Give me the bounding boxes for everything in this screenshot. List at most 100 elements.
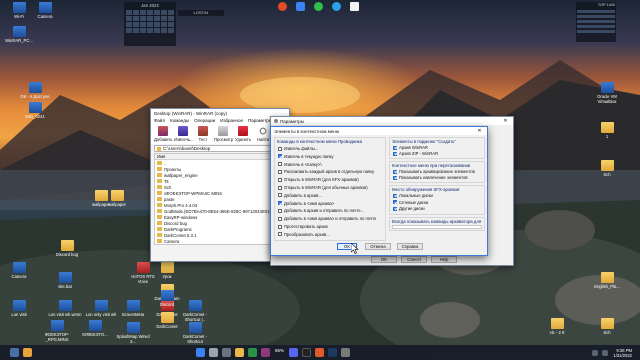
desktop-icon[interactable]: Camera — [2, 262, 36, 279]
clock[interactable]: 9:36 PM 1/31/2022 — [613, 348, 632, 358]
close-icon[interactable]: ✕ — [501, 118, 510, 124]
desktop-icon[interactable]: DarkComet — [150, 312, 184, 329]
winrar-titlebar[interactable]: Desktop (WinRAR) - WinRAR (copy) — [151, 109, 289, 117]
browser-icon[interactable] — [248, 348, 257, 357]
network-icon[interactable] — [592, 349, 599, 356]
menu-item-file[interactable]: Файл — [154, 118, 165, 123]
calendar-widget[interactable]: Jan 2022 — [124, 2, 176, 46]
help-button[interactable]: Справка — [397, 243, 423, 250]
menu-item-commands[interactable]: Команды — [170, 118, 189, 123]
path-bar[interactable]: C:\Users\basel\Desktop — [154, 145, 286, 152]
folder-up-icon[interactable] — [157, 146, 161, 151]
checkbox-checked-icon[interactable] — [393, 193, 397, 198]
option-checkbox[interactable]: Добавить в архив и отправить по почте... — [278, 208, 364, 213]
terminal-icon[interactable] — [302, 348, 312, 357]
option-checkbox[interactable]: Добавить в <имя архива> — [278, 201, 334, 206]
task-view-icon[interactable] — [222, 348, 231, 357]
download-icon[interactable] — [314, 2, 323, 11]
file-explorer-icon[interactable] — [235, 348, 244, 357]
checkbox-unchecked-icon[interactable] — [278, 146, 282, 151]
media-icon[interactable] — [315, 348, 325, 357]
desktop-icon[interactable]: OK - в Доступе — [18, 82, 52, 99]
parameters-help-button[interactable]: Help — [431, 256, 457, 263]
checkbox-checked-icon[interactable] — [393, 206, 397, 211]
desktop-icon[interactable]: Camera — [28, 2, 62, 19]
option-checkbox[interactable]: Извлечь в текущую папку — [278, 154, 334, 159]
checkbox-checked-icon[interactable] — [393, 151, 397, 156]
checkbox-checked-icon[interactable] — [393, 169, 397, 174]
option-checkbox[interactable]: Извлечь в <папку>\ — [278, 162, 322, 167]
option-checkbox[interactable]: Показывать извлечение элементов — [393, 175, 468, 180]
dialog-titlebar[interactable]: Элементы в контекстном меню ✕ — [271, 127, 487, 135]
desktop-icon[interactable]: ScreenMeta — [116, 300, 150, 317]
desktop-icon[interactable]: 1 — [590, 122, 624, 139]
search-icon[interactable] — [209, 348, 218, 357]
checkbox-unchecked-icon[interactable] — [278, 232, 282, 237]
checkbox-checked-icon[interactable] — [278, 154, 282, 159]
option-checkbox[interactable]: Локальные диски — [393, 193, 433, 198]
checkbox-unchecked-icon[interactable] — [278, 208, 282, 213]
add-button[interactable]: Добавить — [154, 126, 173, 142]
desktop-icon[interactable]: wallpaper — [100, 190, 134, 207]
desktop-icon[interactable]: WinRAR_PC... — [2, 26, 36, 43]
desktop-icon[interactable]: Oracle VM VirtualBox — [590, 82, 624, 104]
desktop-icon[interactable]: English_Pla... — [590, 272, 624, 289]
menu-item-operations[interactable]: Операции — [194, 118, 215, 123]
option-checkbox[interactable]: Сетевые диски — [393, 200, 428, 205]
checkbox-unchecked-icon[interactable] — [278, 185, 282, 190]
checkbox-unchecked-icon[interactable] — [278, 162, 282, 167]
taskbar-weather[interactable]: 86% — [275, 348, 284, 357]
winrar-window[interactable]: Desktop (WinRAR) - WinRAR (copy) Файл Ко… — [150, 108, 295, 262]
desktop-icon[interactable]: Урок — [150, 262, 184, 279]
parameters-ok-button[interactable]: OK — [371, 256, 397, 263]
option-checkbox[interactable]: Показывать архивирование элементов — [393, 169, 475, 174]
widgets-icon[interactable] — [10, 348, 19, 357]
test-button[interactable]: Тест — [194, 126, 212, 142]
menu-item-favorites[interactable]: Избранное — [220, 118, 243, 123]
checkbox-checked-icon[interactable] — [393, 145, 397, 150]
winrar-taskbar-icon[interactable] — [261, 348, 270, 357]
option-checkbox[interactable]: Открыть в WinRAR (для SFX-архивов) — [278, 177, 359, 182]
social-icon[interactable] — [332, 2, 341, 11]
view-button[interactable]: Просмотр — [214, 126, 233, 142]
discord-icon[interactable] — [289, 348, 299, 357]
checkbox-checked-icon[interactable] — [393, 200, 397, 204]
desktop-icon[interactable]: Lon visit — [2, 300, 36, 317]
game-icon[interactable] — [328, 348, 338, 357]
menu-item-options[interactable]: Параметры — [248, 118, 272, 123]
start-icon[interactable] — [196, 348, 205, 357]
desktop-icon[interactable]: site.bat — [48, 272, 82, 289]
desktop-icon[interactable]: IMG_0241 — [18, 102, 52, 119]
desktop-icon[interactable]: Sch — [590, 160, 624, 177]
desktop-icon[interactable]: ФОЕКЭТОР-_RPG.MINS — [40, 320, 74, 342]
file-row[interactable]: GodMode.{ED7BA470-8E54-465E-825C-9971204… — [155, 208, 285, 214]
checkbox-checked-icon[interactable] — [393, 175, 397, 180]
volume-icon[interactable] — [602, 349, 609, 356]
app-icon[interactable] — [296, 2, 305, 11]
option-checkbox[interactable]: Добавить в <имя архива> и отправить по п… — [278, 216, 376, 221]
desktop-icon[interactable]: Lon only visit wh — [84, 300, 118, 317]
document-icon[interactable] — [350, 2, 359, 11]
extract-button[interactable]: Извлечь... — [174, 126, 194, 142]
checkbox-unchecked-icon[interactable] — [278, 177, 282, 182]
delete-button[interactable]: Удалить — [234, 126, 252, 142]
browser-icon[interactable] — [278, 2, 287, 11]
desktop-icon[interactable]: Discord — [150, 290, 184, 307]
checkbox-unchecked-icon[interactable] — [278, 216, 282, 221]
weather-icon[interactable] — [23, 348, 32, 357]
desktop-icon[interactable]: КЯ0ЕКЭТО... — [78, 320, 112, 337]
parameters-cancel-button[interactable]: Cancel — [401, 256, 427, 263]
desktop-icon[interactable]: vlc - 2 9 — [540, 318, 574, 335]
option-checkbox[interactable]: Архив ZIP - WinRAR — [393, 151, 438, 156]
option-checkbox[interactable]: Добавить в архив... — [278, 193, 322, 198]
option-checkbox[interactable]: Протестировать архив — [278, 224, 328, 229]
desktop-icon[interactable]: Lon visit wh.wmm — [48, 300, 82, 317]
option-checkbox[interactable]: Открыть в WinRAR (для обычных архивов) — [278, 185, 368, 190]
option-checkbox[interactable]: Архив WinRAR — [393, 145, 428, 150]
checkbox-checked-icon[interactable] — [278, 201, 282, 206]
desktop-icon[interactable]: Discord bug — [50, 240, 84, 257]
close-icon[interactable]: ✕ — [475, 128, 484, 134]
checkbox-unchecked-icon[interactable] — [278, 224, 282, 229]
option-checkbox[interactable]: Распаковать каждый архив в отдельную пап… — [278, 169, 374, 174]
option-checkbox[interactable]: Извлечь файлы... — [278, 146, 318, 151]
